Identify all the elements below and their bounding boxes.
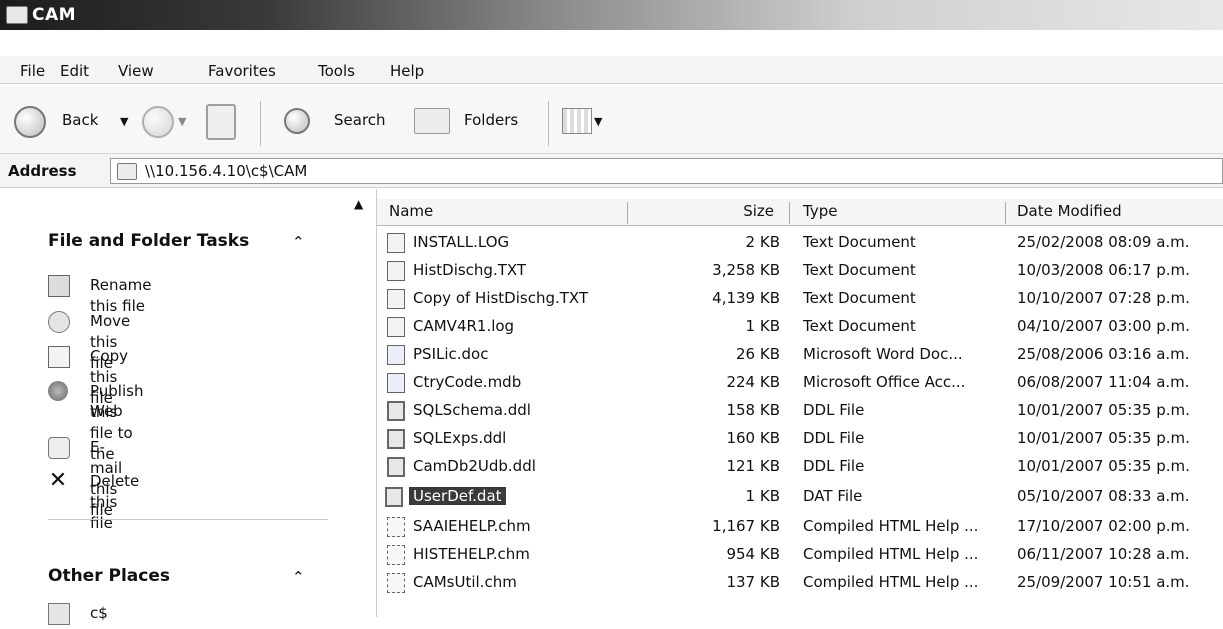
toolbar: Back ▼ ▼ Search Folders ▼	[0, 86, 1223, 154]
copy-icon	[48, 346, 70, 368]
task-pane: File and Folder Tasks ⌃ Rename this file…	[0, 189, 378, 625]
file-row[interactable]: SQLSchema.ddl 158 KB DDL File 10/01/2007…	[377, 399, 1223, 427]
file-row[interactable]: CtryCode.mdb 224 KB Microsoft Office Acc…	[377, 371, 1223, 399]
column-date-modified[interactable]: Date Modified	[1017, 202, 1122, 220]
column-separator[interactable]	[627, 202, 628, 224]
folder-icon	[6, 6, 28, 24]
title-bar[interactable]: CAM	[0, 0, 1223, 30]
rename-icon	[48, 275, 70, 297]
publish-web-icon	[48, 381, 68, 401]
menu-file[interactable]: File	[20, 62, 45, 80]
collapse-chevron-icon[interactable]: ⌃	[292, 568, 305, 586]
back-dropdown-icon[interactable]: ▼	[120, 115, 128, 128]
text-file-icon	[387, 233, 405, 253]
folders-icon[interactable]	[414, 108, 450, 134]
toolbar-separator	[260, 101, 261, 146]
search-button[interactable]: Search	[334, 111, 386, 129]
delete-icon: ✕	[48, 468, 68, 493]
panel-divider	[48, 519, 328, 520]
text-file-icon	[387, 261, 405, 281]
help-file-icon	[387, 545, 405, 565]
file-row[interactable]: CAMsUtil.chm 137 KB Compiled HTML Help .…	[377, 571, 1223, 599]
move-icon	[48, 311, 70, 333]
views-icon[interactable]	[562, 108, 592, 134]
window-title: CAM	[32, 5, 77, 25]
menu-view[interactable]: View	[118, 62, 154, 80]
search-icon[interactable]	[284, 108, 310, 134]
file-row[interactable]: PSILic.doc 26 KB Microsoft Word Doc... 2…	[377, 343, 1223, 371]
file-folder-tasks-heading[interactable]: File and Folder Tasks	[48, 231, 249, 251]
address-bar: Address \\10.156.4.10\c$\CAM	[0, 154, 1223, 188]
up-folder-icon[interactable]	[206, 104, 236, 140]
back-arrow-icon[interactable]	[14, 106, 46, 138]
menu-edit[interactable]: Edit	[60, 62, 89, 80]
menu-favorites[interactable]: Favorites	[208, 62, 276, 80]
file-row[interactable]: SAAIEHELP.chm 1,167 KB Compiled HTML Hel…	[377, 515, 1223, 543]
dat-file-icon	[385, 487, 403, 507]
views-dropdown-icon[interactable]: ▼	[594, 115, 602, 128]
access-database-icon	[387, 373, 405, 393]
folders-button[interactable]: Folders	[464, 111, 518, 129]
other-places-heading[interactable]: Other Places	[48, 566, 170, 586]
scroll-up-arrow-icon[interactable]: ▲	[354, 197, 363, 211]
address-path: \\10.156.4.10\c$\CAM	[145, 162, 308, 180]
file-row-selected[interactable]: UserDef.dat 1 KB DAT File 05/10/2007 08:…	[377, 485, 1223, 513]
menu-bar: File Edit View Favorites Tools Help	[0, 56, 1223, 84]
folder-icon	[117, 163, 137, 180]
text-file-icon	[387, 317, 405, 337]
menu-help[interactable]: Help	[390, 62, 424, 80]
word-document-icon	[387, 345, 405, 365]
column-header-row: Name Size Type Date Modified	[377, 199, 1223, 226]
column-type[interactable]: Type	[803, 202, 837, 220]
column-name[interactable]: Name	[389, 202, 433, 220]
file-row[interactable]: CamDb2Udb.ddl 121 KB DDL File 10/01/2007…	[377, 455, 1223, 483]
file-list: Name Size Type Date Modified INSTALL.LOG…	[376, 189, 1223, 617]
back-button[interactable]: Back	[62, 111, 98, 129]
file-row[interactable]: SQLExps.ddl 160 KB DDL File 10/01/2007 0…	[377, 427, 1223, 455]
file-row[interactable]: HISTEHELP.chm 954 KB Compiled HTML Help …	[377, 543, 1223, 571]
file-row[interactable]: Copy of HistDischg.TXT 4,139 KB Text Doc…	[377, 287, 1223, 315]
ddl-file-icon	[387, 429, 405, 449]
file-row[interactable]: INSTALL.LOG 2 KB Text Document 25/02/200…	[377, 231, 1223, 259]
address-field[interactable]: \\10.156.4.10\c$\CAM	[110, 158, 1223, 184]
help-file-icon	[387, 517, 405, 537]
column-separator[interactable]	[789, 202, 790, 224]
collapse-chevron-icon[interactable]: ⌃	[292, 233, 305, 251]
text-file-icon	[387, 289, 405, 309]
address-label: Address	[8, 162, 77, 180]
menu-tools[interactable]: Tools	[318, 62, 355, 80]
toolbar-separator	[548, 101, 549, 146]
ddl-file-icon	[387, 401, 405, 421]
column-size[interactable]: Size	[743, 202, 774, 220]
email-icon	[48, 437, 70, 459]
file-row[interactable]: CAMV4R1.log 1 KB Text Document 04/10/200…	[377, 315, 1223, 343]
network-drive-icon	[48, 603, 70, 625]
file-row[interactable]: HistDischg.TXT 3,258 KB Text Document 10…	[377, 259, 1223, 287]
forward-arrow-icon[interactable]	[142, 106, 174, 138]
help-file-icon	[387, 573, 405, 593]
ddl-file-icon	[387, 457, 405, 477]
column-separator[interactable]	[1005, 202, 1006, 224]
forward-dropdown-icon[interactable]: ▼	[178, 115, 186, 128]
